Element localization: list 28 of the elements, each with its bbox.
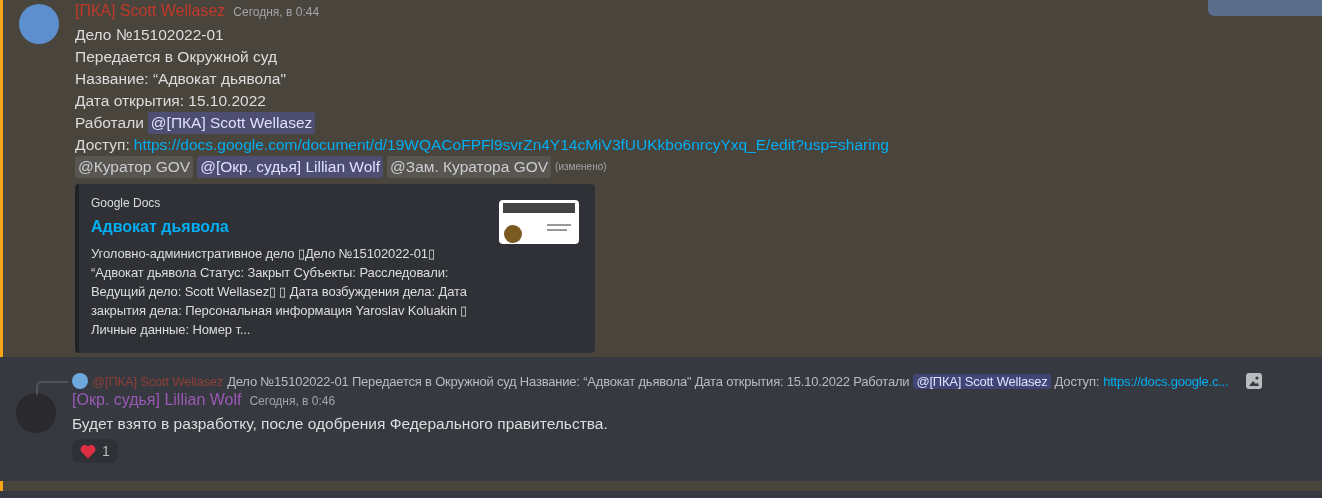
edited-label: (изменено) — [555, 160, 607, 174]
user-mention[interactable]: @[ПКА] Scott Wellasez — [913, 373, 1051, 389]
role-mention[interactable]: @Зам. Куратора GOV — [387, 156, 552, 178]
message-text: Доступ: — [1054, 373, 1100, 389]
avatar[interactable] — [19, 4, 59, 44]
message-text: Передается в Окружной суд — [75, 47, 278, 67]
link[interactable]: https://docs.google.c... — [1103, 373, 1229, 389]
avatar[interactable] — [72, 373, 88, 389]
embed-provider: Google Docs — [91, 196, 162, 210]
message-text: Работали — [75, 113, 144, 133]
message-text: Название: “Адвокат дьявола" — [75, 69, 286, 89]
image-icon — [1246, 373, 1263, 389]
message-text: Доступ: — [75, 135, 130, 155]
heart-icon — [80, 443, 96, 459]
message-text: Дело №15102022-01 — [75, 25, 224, 45]
timestamp: Сегодня, в 0:44 — [233, 5, 320, 19]
embed-title[interactable]: Адвокат дьявола — [91, 218, 483, 236]
link[interactable]: https://docs.google.com/document/d/19WQACoFPFl9svrZn4Y14cMiV3fUUKkbo6nrcyYxq_E/edit?usp=sharing — [133, 134, 889, 156]
user-mention[interactable]: @[ПКА] Scott Wellasez — [147, 112, 316, 134]
reaction[interactable]: 1 — [72, 439, 118, 463]
timestamp: Сегодня, в 0:46 — [249, 394, 336, 408]
message-text: Будет взято в разработку, после одобрения Федерального правительства. — [72, 414, 608, 434]
author-name[interactable]: [Окр. судья] Lillian Wolf — [72, 391, 242, 409]
embed-description: Уголовно-административное дело ▯Дело №15102022-01▯ “Адвокат дьявола Статус: Закрыт Субъекты: Расследовали: Ведущий дело: Scott Wellasez▯ ▯ Дата возбуждения дела: Дата закрытия дела: Персональная информация Yaroslav Koluakin ▯ Личные данные: Номер т... — [91, 245, 469, 339]
user-mention[interactable]: @[Окр. судья] Lillian Wolf — [197, 156, 384, 178]
message-text: Дело №15102022-01 Передается в Окружной суд Название: “Адвокат дьявола" Дата открытия: 15.10.2022 Работали — [227, 373, 910, 389]
role-mention[interactable]: @Куратор GOV — [75, 156, 194, 178]
message-text: Дата открытия: 15.10.2022 — [75, 91, 266, 111]
